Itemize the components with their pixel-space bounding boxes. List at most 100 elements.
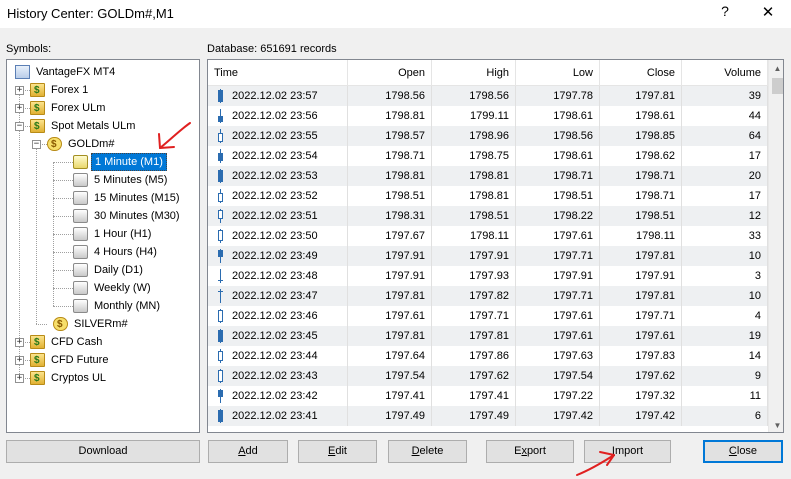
tree-symbol-silver[interactable]: SILVERm# <box>7 315 199 334</box>
table-row[interactable]: 2022.12.02 23:48 1797.91 1797.93 1797.91 179… <box>208 266 768 286</box>
table-row[interactable]: 2022.12.02 23:53 1798.81 1798.81 1798.71 179… <box>208 166 768 186</box>
scroll-up-icon[interactable]: ▲ <box>769 60 783 77</box>
expand-icon[interactable]: + <box>15 104 24 113</box>
table-row[interactable]: 2022.12.02 23:57 1798.56 1798.56 1797.78 179… <box>208 86 768 106</box>
low-cell: 1797.71 <box>516 246 600 266</box>
candle-icon <box>217 109 224 123</box>
column-header[interactable]: Close <box>600 60 682 86</box>
expand-icon[interactable]: + <box>15 356 24 365</box>
column-header[interactable]: Time <box>208 60 348 86</box>
table-row[interactable]: 2022.12.02 23:41 1797.49 1797.49 1797.42 179… <box>208 406 768 426</box>
close-cell: 1797.42 <box>600 406 682 426</box>
table-row[interactable]: 2022.12.02 23:46 1797.61 1797.71 1797.61 179… <box>208 306 768 326</box>
edit-button[interactable]: Edit <box>298 440 377 463</box>
vertical-scrollbar[interactable]: ▲ ▼ <box>768 60 783 432</box>
add-label: dd <box>245 445 258 457</box>
expand-icon[interactable]: + <box>15 374 24 383</box>
table-row[interactable]: 2022.12.02 23:55 1798.57 1798.96 1798.56 179… <box>208 126 768 146</box>
expand-icon[interactable]: + <box>15 338 24 347</box>
table-row[interactable]: 2022.12.02 23:45 1797.81 1797.81 1797.61 179… <box>208 326 768 346</box>
tf-icon <box>73 191 88 205</box>
tree-root[interactable]: VantageFX MT4 <box>7 63 199 81</box>
low-cell: 1797.54 <box>516 366 600 386</box>
tree-timeframe[interactable]: 1 Minute (M1) <box>7 153 199 171</box>
tree-timeframe[interactable]: Monthly (MN) <box>7 297 199 315</box>
tree-timeframe[interactable]: Daily (D1) <box>7 261 199 279</box>
scroll-thumb[interactable] <box>772 78 783 94</box>
low-cell: 1797.63 <box>516 346 600 366</box>
candle-icon <box>217 229 224 243</box>
table-row[interactable]: 2022.12.02 23:49 1797.91 1797.91 1797.71 179… <box>208 246 768 266</box>
close-button[interactable]: Close <box>703 440 783 463</box>
add-button[interactable]: Add <box>208 440 288 463</box>
tree-timeframe-label: Monthly (MN) <box>94 300 161 312</box>
delete-button[interactable]: Delete <box>388 440 467 463</box>
table-row[interactable]: 2022.12.02 23:52 1798.51 1798.81 1798.51 179… <box>208 186 768 206</box>
column-header[interactable]: High <box>432 60 516 86</box>
close-cell: 1798.61 <box>600 106 682 126</box>
table-row[interactable]: 2022.12.02 23:50 1797.67 1798.11 1797.61 179… <box>208 226 768 246</box>
tree-timeframe[interactable]: 5 Minutes (M5) <box>7 171 199 189</box>
table-row[interactable]: 2022.12.02 23:56 1798.81 1799.11 1798.61 179… <box>208 106 768 126</box>
high-cell: 1798.56 <box>432 86 516 106</box>
symbols-tree[interactable]: VantageFX MT4 + Forex 1 + Forex ULm − Spot Met… <box>6 59 200 433</box>
tree-group[interactable]: + CFD Future <box>7 351 199 370</box>
tree-timeframe[interactable]: Weekly (W) <box>7 279 199 297</box>
close-icon[interactable]: ✕ <box>758 3 778 21</box>
table-row[interactable]: 2022.12.02 23:44 1797.64 1797.86 1797.63 179… <box>208 346 768 366</box>
tree-group-label: Cryptos UL <box>51 372 107 384</box>
close-cell: 1798.85 <box>600 126 682 146</box>
table-row[interactable]: 2022.12.02 23:42 1797.41 1797.41 1797.22 179… <box>208 386 768 406</box>
tf-icon <box>73 263 88 277</box>
help-icon[interactable]: ? <box>717 3 733 19</box>
open-cell: 1797.41 <box>348 386 432 406</box>
tree-group[interactable]: + CFD Cash <box>7 333 199 352</box>
time-cell: 2022.12.02 23:43 <box>208 366 348 386</box>
volume-cell: 12 <box>682 206 768 226</box>
time-value: 2022.12.02 23:44 <box>232 350 318 362</box>
candle-icon <box>217 149 224 163</box>
tree-group[interactable]: + Forex 1 <box>7 81 199 100</box>
tree-group[interactable]: − Spot Metals ULm <box>7 117 199 136</box>
expand-icon[interactable]: + <box>15 86 24 95</box>
history-table[interactable]: Time Open High Low Close Volume 2022.12.02 23… <box>207 59 784 433</box>
time-value: 2022.12.02 23:41 <box>232 410 318 422</box>
low-cell: 1798.56 <box>516 126 600 146</box>
time-value: 2022.12.02 23:54 <box>232 150 318 162</box>
tree-group[interactable]: + Cryptos UL <box>7 369 199 388</box>
column-header[interactable]: Low <box>516 60 600 86</box>
tree-timeframe[interactable]: 30 Minutes (M30) <box>7 207 199 225</box>
table-row[interactable]: 2022.12.02 23:47 1797.81 1797.82 1797.71 179… <box>208 286 768 306</box>
low-cell: 1798.51 <box>516 186 600 206</box>
export-button[interactable]: Export <box>486 440 574 463</box>
close-cell: 1798.62 <box>600 146 682 166</box>
delete-label: elete <box>419 445 444 457</box>
column-header[interactable]: Volume <box>682 60 768 86</box>
high-cell: 1797.93 <box>432 266 516 286</box>
collapse-icon[interactable]: − <box>32 140 41 149</box>
close-cell: 1797.91 <box>600 266 682 286</box>
tree-group[interactable]: + Forex ULm <box>7 99 199 118</box>
time-cell: 2022.12.02 23:51 <box>208 206 348 226</box>
time-value: 2022.12.02 23:53 <box>232 170 318 182</box>
low-cell: 1798.71 <box>516 166 600 186</box>
column-header[interactable]: Open <box>348 60 432 86</box>
collapse-icon[interactable]: − <box>15 122 24 131</box>
table-row[interactable]: 2022.12.02 23:54 1798.71 1798.75 1798.61 179… <box>208 146 768 166</box>
table-row[interactable]: 2022.12.02 23:51 1798.31 1798.51 1798.22 179… <box>208 206 768 226</box>
time-value: 2022.12.02 23:48 <box>232 270 318 282</box>
tree-timeframe-label: 1 Minute (M1) <box>91 153 167 171</box>
scroll-down-icon[interactable]: ▼ <box>769 417 783 432</box>
download-button[interactable]: Download <box>6 440 200 463</box>
candle-icon <box>217 249 224 263</box>
tree-symbol-gold[interactable]: − GOLDm# <box>7 135 199 154</box>
tree-group-label: Forex 1 <box>51 84 89 96</box>
tree-timeframe[interactable]: 4 Hours (H4) <box>7 243 199 261</box>
close-cell: 1798.71 <box>600 186 682 206</box>
table-row[interactable]: 2022.12.02 23:43 1797.54 1797.62 1797.54 179… <box>208 366 768 386</box>
import-button[interactable]: Import <box>584 440 671 463</box>
high-cell: 1798.81 <box>432 166 516 186</box>
sym-icon <box>47 136 62 154</box>
tree-timeframe[interactable]: 15 Minutes (M15) <box>7 189 199 207</box>
tree-timeframe[interactable]: 1 Hour (H1) <box>7 225 199 243</box>
